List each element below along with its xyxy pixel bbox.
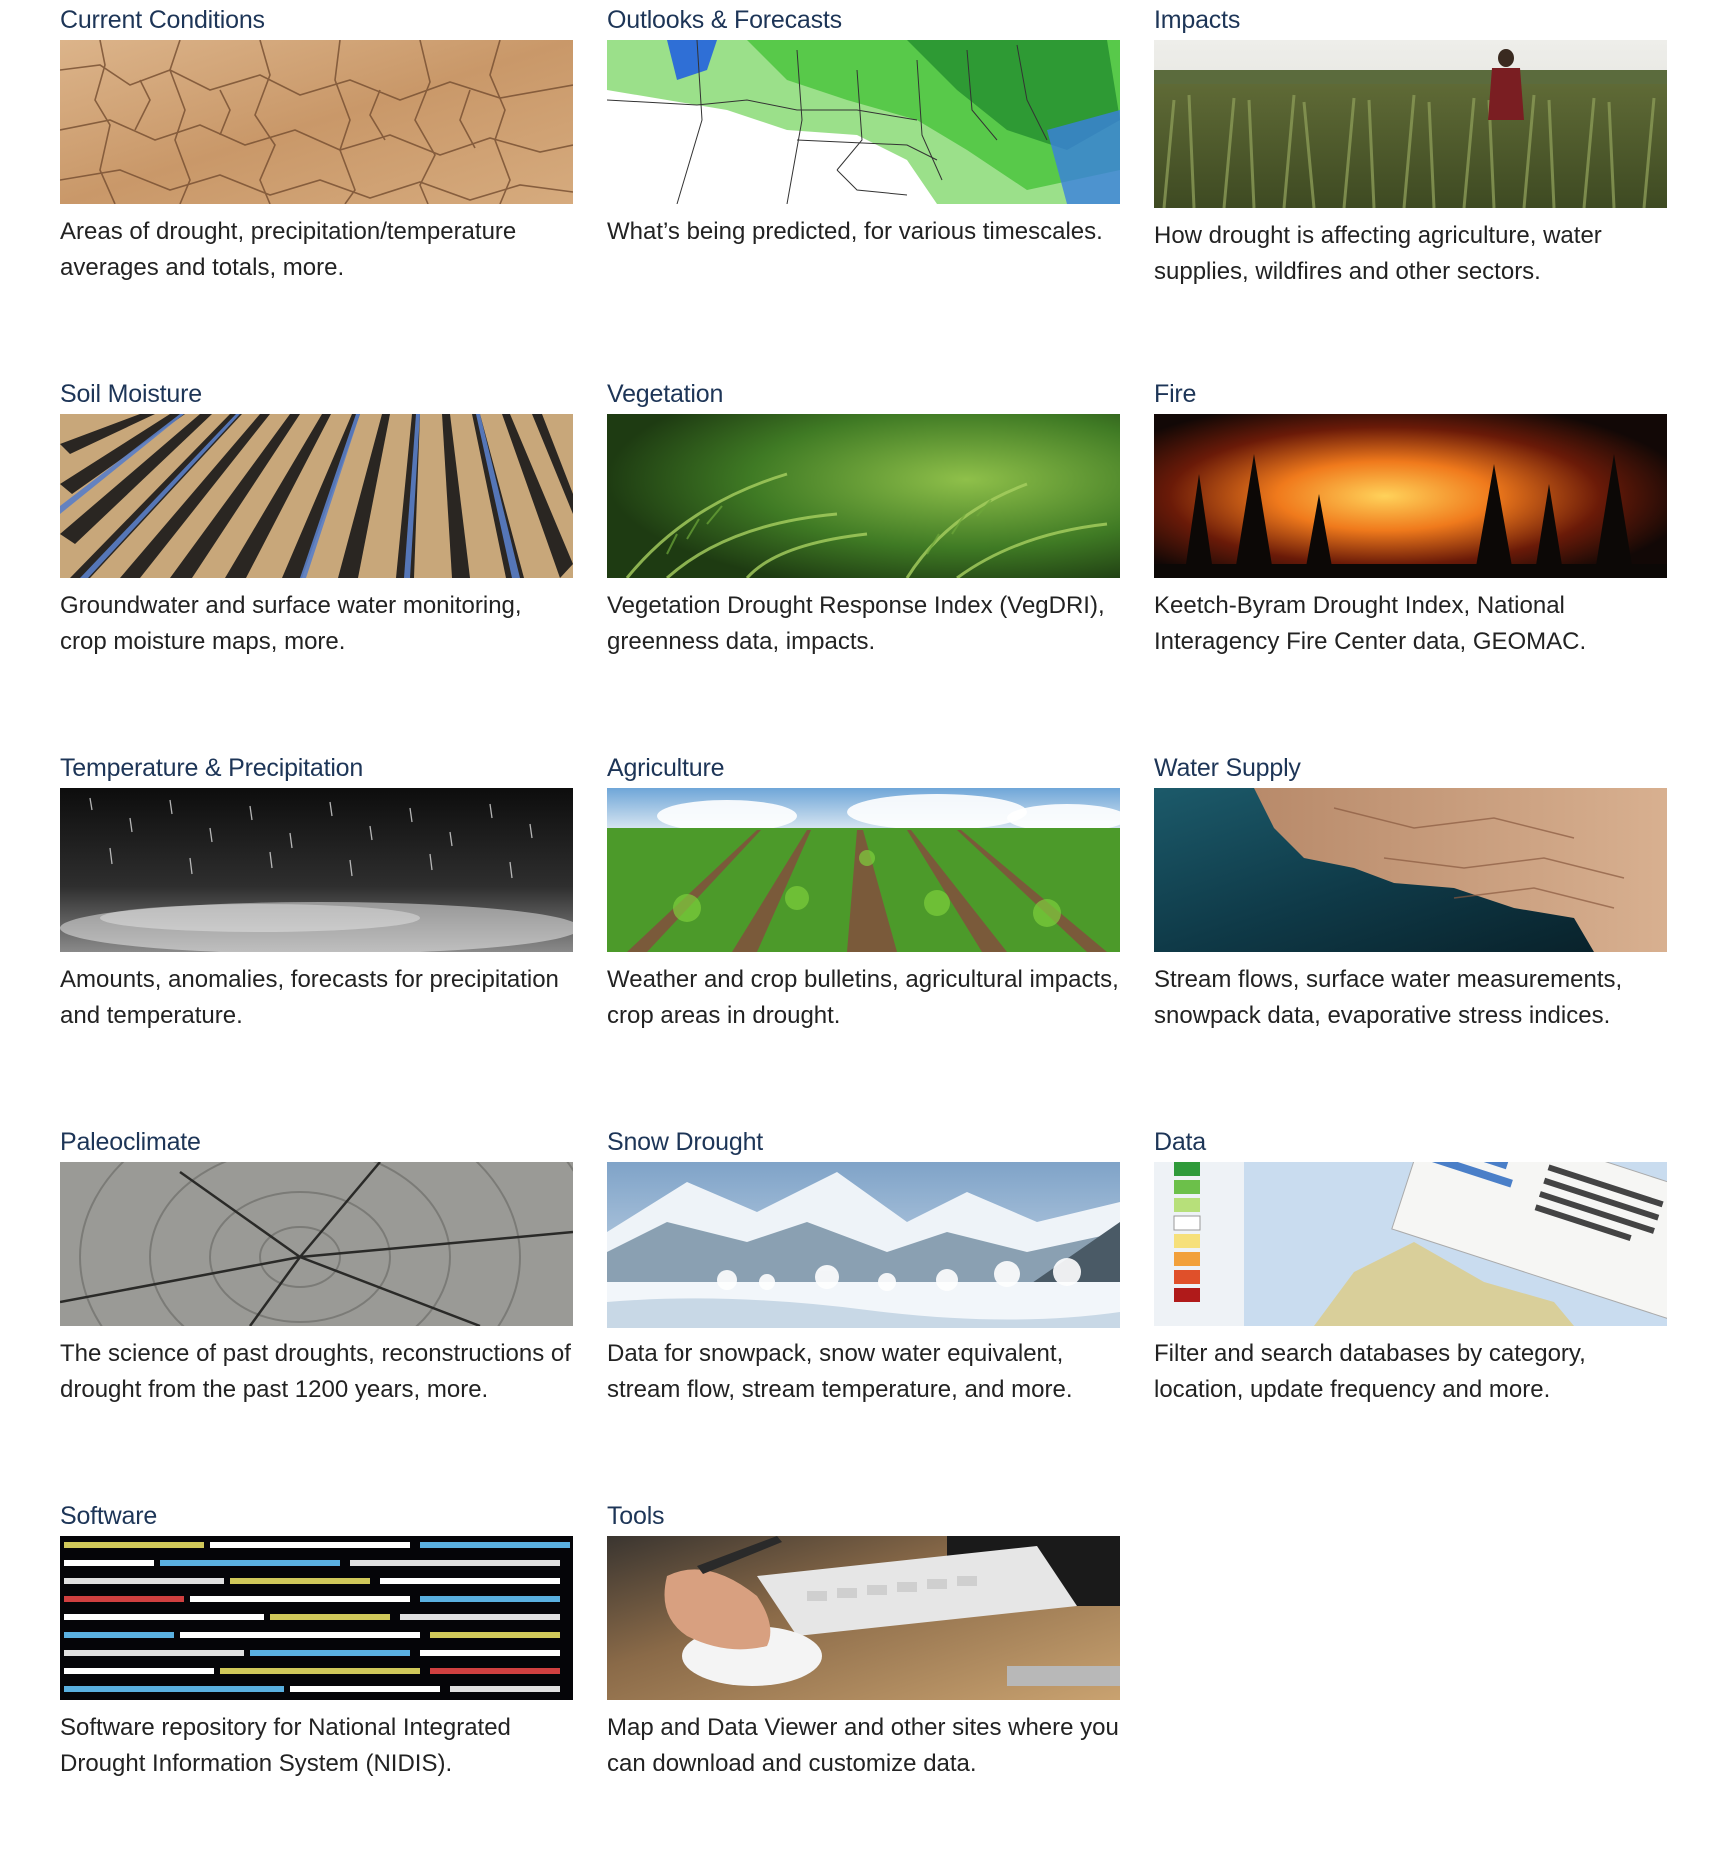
- card-data: Data Filter and search databases by cate…: [1154, 1122, 1667, 1496]
- card-title-link[interactable]: Current Conditions: [60, 0, 573, 40]
- cracked-earth-image[interactable]: [60, 40, 573, 204]
- card-description: The science of past droughts, reconstruc…: [60, 1340, 571, 1403]
- card-description: Keetch-Byram Drought Index, National Int…: [1154, 592, 1587, 655]
- rain-image[interactable]: [60, 788, 573, 952]
- card-soil-moisture: Soil Moisture Groundwater and surface wa…: [60, 374, 573, 748]
- card-title-link[interactable]: Tools: [607, 1496, 1120, 1536]
- card-title-link[interactable]: Impacts: [1154, 0, 1667, 40]
- tree-rings-image[interactable]: [60, 1162, 573, 1326]
- crop-rows-image[interactable]: [607, 788, 1120, 952]
- card-title-link[interactable]: Water Supply: [1154, 748, 1667, 788]
- card-description: Map and Data Viewer and other sites wher…: [607, 1714, 1119, 1777]
- irrigated-furrows-image[interactable]: [60, 414, 573, 578]
- card-title-link[interactable]: Soil Moisture: [60, 374, 573, 414]
- card-description: How drought is affecting agriculture, wa…: [1154, 222, 1602, 285]
- card-impacts: Impacts How drought is affecting agricul…: [1154, 0, 1667, 374]
- card-title-link[interactable]: Data: [1154, 1122, 1667, 1162]
- card-description: Groundwater and surface water monitoring…: [60, 592, 522, 655]
- snowy-mountains-image[interactable]: [607, 1162, 1120, 1328]
- source-code-image[interactable]: [60, 1536, 573, 1700]
- card-description: Vegetation Drought Response Index (VegDR…: [607, 592, 1105, 655]
- card-software: Software Software repository for Nationa…: [60, 1496, 573, 1870]
- card-description: Areas of drought, precipitation/temperat…: [60, 218, 517, 281]
- card-snow-drought: Snow Drought Data for snowpack, snow wat…: [607, 1122, 1120, 1496]
- card-paleoclimate: Paleoclimate The science of past drought…: [60, 1122, 573, 1496]
- fern-forest-image[interactable]: [607, 414, 1120, 578]
- topics-grid: Current Conditions Areas of drought, pre…: [60, 0, 1667, 1870]
- card-title-link[interactable]: Software: [60, 1496, 573, 1536]
- card-title-link[interactable]: Outlooks & Forecasts: [607, 0, 1120, 40]
- card-title-link[interactable]: Temperature & Precipitation: [60, 748, 573, 788]
- card-agriculture: Agriculture Weather and crop bulletins, …: [607, 748, 1120, 1122]
- card-description: What’s being predicted, for various time…: [607, 218, 1103, 245]
- card-description: Stream flows, surface water measurements…: [1154, 966, 1623, 1029]
- reservoir-aerial-image[interactable]: [1154, 788, 1667, 952]
- card-title-link[interactable]: Vegetation: [607, 374, 1120, 414]
- data-map-screenshot-image[interactable]: [1154, 1162, 1667, 1326]
- card-description: Filter and search databases by category,…: [1154, 1340, 1586, 1403]
- card-description: Software repository for National Integra…: [60, 1714, 511, 1777]
- card-fire: Fire Keetch-Byram Drought Index, Nationa…: [1154, 374, 1667, 748]
- card-title-link[interactable]: Agriculture: [607, 748, 1120, 788]
- card-temperature-precipitation: Temperature & Precipitation Amounts, ano…: [60, 748, 573, 1122]
- wildfire-image[interactable]: [1154, 414, 1667, 578]
- mouse-keyboard-image[interactable]: [607, 1536, 1120, 1700]
- card-title-link[interactable]: Snow Drought: [607, 1122, 1120, 1162]
- card-outlooks-forecasts: Outlooks & Forecasts What’s being predic…: [607, 0, 1120, 374]
- cornfield-person-image[interactable]: [1154, 40, 1667, 208]
- card-vegetation: Vegetation Vegetation Drought Response I…: [607, 374, 1120, 748]
- card-description: Amounts, anomalies, forecasts for precip…: [60, 966, 559, 1029]
- forecast-map-image[interactable]: [607, 40, 1120, 204]
- card-current-conditions: Current Conditions Areas of drought, pre…: [60, 0, 573, 374]
- card-description: Weather and crop bulletins, agricultural…: [607, 966, 1119, 1029]
- card-title-link[interactable]: Fire: [1154, 374, 1667, 414]
- card-water-supply: Water Supply Stream flows, surface water…: [1154, 748, 1667, 1122]
- card-description: Data for snowpack, snow water equivalent…: [607, 1340, 1073, 1403]
- card-title-link[interactable]: Paleoclimate: [60, 1122, 573, 1162]
- card-tools: Tools Map and Data Viewer and other site…: [607, 1496, 1120, 1870]
